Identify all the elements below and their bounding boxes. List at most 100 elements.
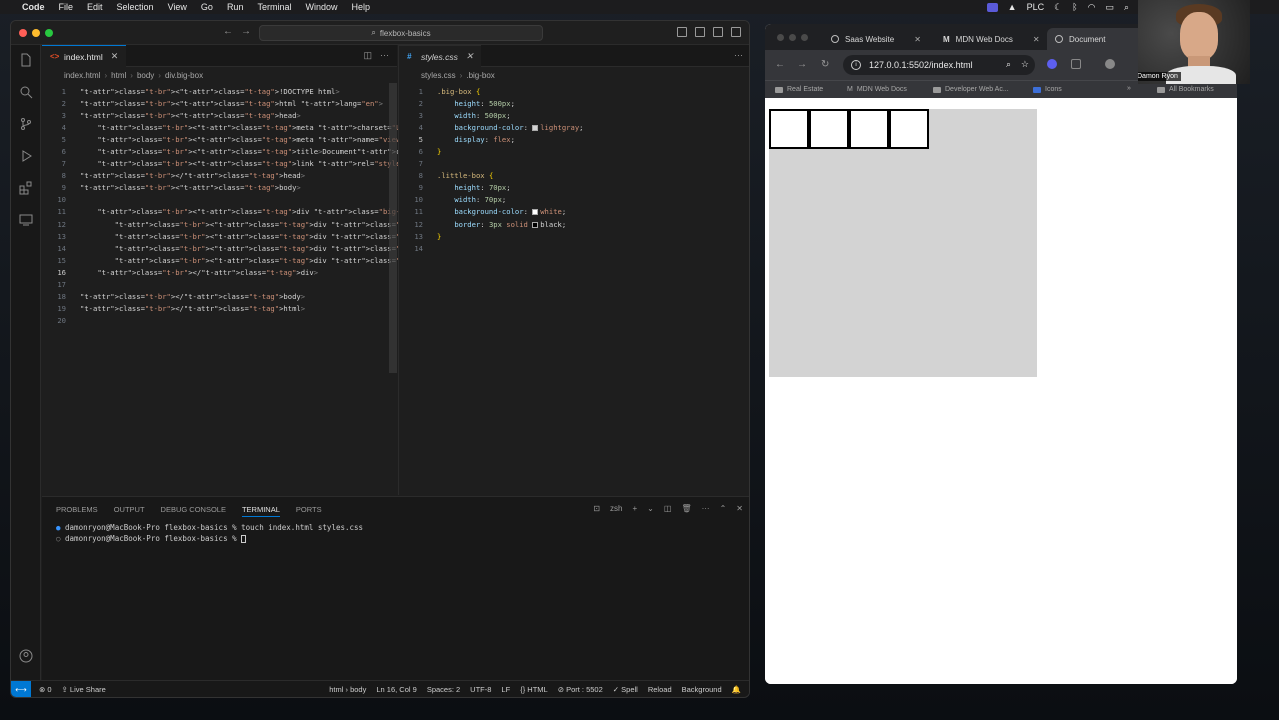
account-icon[interactable]	[19, 649, 33, 663]
code-line[interactable]: 16 "t-attr">class="t-br"></"t-attr">clas…	[42, 266, 397, 278]
split-terminal-icon[interactable]: ◫	[664, 504, 672, 513]
remote-indicator-icon[interactable]: ⟷	[11, 681, 31, 697]
browser-tab-saas[interactable]: Saas Website ✕	[823, 28, 929, 50]
toggle-panel-icon[interactable]	[695, 27, 705, 37]
status-position[interactable]: Ln 16, Col 9	[376, 685, 416, 694]
explorer-icon[interactable]	[19, 53, 33, 67]
close-window-button[interactable]	[19, 29, 27, 37]
source-control-icon[interactable]	[19, 117, 33, 131]
code-line[interactable]: 9 height: 70px;	[399, 182, 749, 194]
code-line[interactable]: 1 .big-box {	[399, 85, 749, 97]
more-actions-icon[interactable]: ···	[380, 50, 389, 61]
all-bookmarks[interactable]: All Bookmarks	[1157, 86, 1214, 93]
code-line[interactable]: 10	[42, 194, 397, 206]
menu-edit[interactable]: Edit	[87, 2, 103, 12]
chevron-right-icon[interactable]: »	[1127, 85, 1131, 92]
close-tab-icon[interactable]: ✕	[1033, 35, 1040, 44]
close-tab-icon[interactable]: ✕	[111, 51, 119, 62]
chevron-down-icon[interactable]: ⌄	[647, 504, 654, 513]
status-language[interactable]: {} HTML	[520, 685, 548, 694]
forward-arrow-icon[interactable]: →	[241, 26, 251, 37]
extensions-icon[interactable]	[19, 181, 33, 195]
code-line[interactable]: 10 width: 70px;	[399, 194, 749, 206]
menu-go[interactable]: Go	[201, 2, 213, 12]
status-text[interactable]: PLC	[1027, 2, 1045, 12]
back-arrow-icon[interactable]: ←	[775, 59, 785, 70]
tab-index-html[interactable]: <> index.html ✕	[42, 45, 127, 67]
menu-file[interactable]: File	[59, 2, 74, 12]
more-actions-icon[interactable]: ···	[702, 504, 710, 513]
reload-icon[interactable]: ↻	[821, 59, 829, 70]
code-line[interactable]: 1 "t-attr">class="t-br"><"t-attr">class="…	[42, 85, 397, 97]
status-encoding[interactable]: UTF-8	[470, 685, 491, 694]
close-panel-icon[interactable]: ✕	[736, 504, 743, 513]
extensions-puzzle-icon[interactable]	[1071, 59, 1081, 69]
menu-selection[interactable]: Selection	[117, 2, 154, 12]
customize-layout-icon[interactable]	[731, 27, 741, 37]
run-debug-icon[interactable]	[19, 149, 33, 163]
bookmark-developer[interactable]: Developer Web Ac...	[933, 86, 1009, 93]
terminal-output[interactable]: ● damonryon@MacBook-Pro flexbox-basics %…	[56, 523, 363, 545]
menu-terminal[interactable]: Terminal	[257, 2, 291, 12]
bookmark-icons[interactable]: Icons	[1033, 86, 1062, 93]
code-line[interactable]: 15 "t-attr">class="t-br"><"t-attr">class…	[42, 254, 673, 266]
search-icon[interactable]	[19, 85, 33, 99]
code-line[interactable]: 2 height: 500px;	[399, 97, 749, 109]
tab-output[interactable]: OUTPUT	[114, 505, 145, 517]
code-line[interactable]: 8 .little-box {	[399, 170, 749, 182]
live-share-button[interactable]: ⇪ Live Share	[62, 685, 106, 694]
bluetooth-icon[interactable]: ᛒ	[1072, 2, 1077, 12]
site-info-icon[interactable]: i	[851, 60, 861, 70]
address-bar[interactable]: i 127.0.0.1:5502/index.html ⌕ ☆	[843, 55, 1035, 75]
minimize-window-button[interactable]	[32, 29, 40, 37]
remote-explorer-icon[interactable]	[19, 213, 33, 227]
css-code-area[interactable]: 1 .big-box {2 height: 500px; 3 width: 500p…	[399, 85, 749, 254]
vertical-scrollbar[interactable]	[389, 83, 397, 373]
tab-debug-console[interactable]: DEBUG CONSOLE	[161, 505, 226, 517]
breadcrumb-item[interactable]: index.html	[64, 71, 100, 80]
forward-arrow-icon[interactable]: →	[797, 59, 807, 70]
code-line[interactable]: 7	[399, 158, 749, 170]
code-line[interactable]: 7 "t-attr">class="t-br"><"t-attr">class=…	[42, 158, 552, 170]
status-reload[interactable]: Reload	[648, 685, 672, 694]
bookmark-real-estate[interactable]: Real Estate	[775, 86, 823, 93]
browser-tab-mdn[interactable]: M MDN Web Docs ✕	[935, 28, 1048, 50]
breadcrumb-item[interactable]: .big-box	[466, 71, 494, 80]
code-line[interactable]: 17	[42, 279, 397, 291]
maximize-panel-icon[interactable]: ⌃	[720, 504, 727, 513]
code-line[interactable]: 5 display: flex;	[399, 133, 749, 145]
code-line[interactable]: 4 background-color: lightgray;	[399, 121, 749, 133]
zoom-window-button[interactable]	[801, 34, 808, 41]
status-port[interactable]: ⊘ Port : 5502	[558, 685, 603, 694]
code-line[interactable]: 20	[42, 315, 397, 327]
code-line[interactable]: 6}	[399, 145, 749, 157]
code-line[interactable]: 4 "t-attr">class="t-br"><"t-attr">class=…	[42, 121, 427, 133]
breadcrumb-item[interactable]: body	[137, 71, 154, 80]
tab-ports[interactable]: PORTS	[296, 505, 322, 517]
new-terminal-icon[interactable]: +	[633, 504, 638, 513]
bell-icon[interactable]: 🔔	[732, 685, 741, 694]
status-spaces[interactable]: Spaces: 2	[427, 685, 460, 694]
status-eol[interactable]: LF	[501, 685, 510, 694]
more-actions-icon[interactable]: ···	[734, 50, 743, 60]
code-line[interactable]: 13}	[399, 230, 749, 242]
moon-icon[interactable]: ☾	[1054, 2, 1062, 13]
status-background[interactable]: Background	[682, 685, 722, 694]
code-line[interactable]: 5 "t-attr">class="t-br"><"t-attr">class=…	[42, 133, 639, 145]
code-line[interactable]: 6 "t-attr">class="t-br"><"t-attr">class=…	[42, 145, 587, 157]
breadcrumb-item[interactable]: html	[111, 71, 126, 80]
code-line[interactable]: 12 border: 3px solid black;	[399, 218, 749, 230]
code-line[interactable]: 19 "t-attr">class="t-br"></"t-attr">class…	[42, 303, 397, 315]
warning-icon[interactable]: ▲	[1008, 2, 1017, 12]
back-arrow-icon[interactable]: ←	[223, 26, 233, 37]
code-line[interactable]: 18 "t-attr">class="t-br"></"t-attr">class…	[42, 291, 397, 303]
code-line[interactable]: 12 "t-attr">class="t-br"><"t-attr">class…	[42, 218, 673, 230]
breadcrumb-item[interactable]: div.big-box	[165, 71, 203, 80]
menu-app-name[interactable]: Code	[22, 2, 45, 12]
close-window-button[interactable]	[777, 34, 784, 41]
code-line[interactable]: 2 "t-attr">class="t-br"><"t-attr">class="…	[42, 97, 397, 109]
status-spell[interactable]: ✓ Spell	[613, 685, 638, 694]
search-icon[interactable]: ⌕	[1124, 2, 1129, 13]
command-center[interactable]: ⌕ flexbox-basics	[259, 25, 543, 41]
tab-styles-css[interactable]: # styles.css ✕	[399, 45, 482, 67]
